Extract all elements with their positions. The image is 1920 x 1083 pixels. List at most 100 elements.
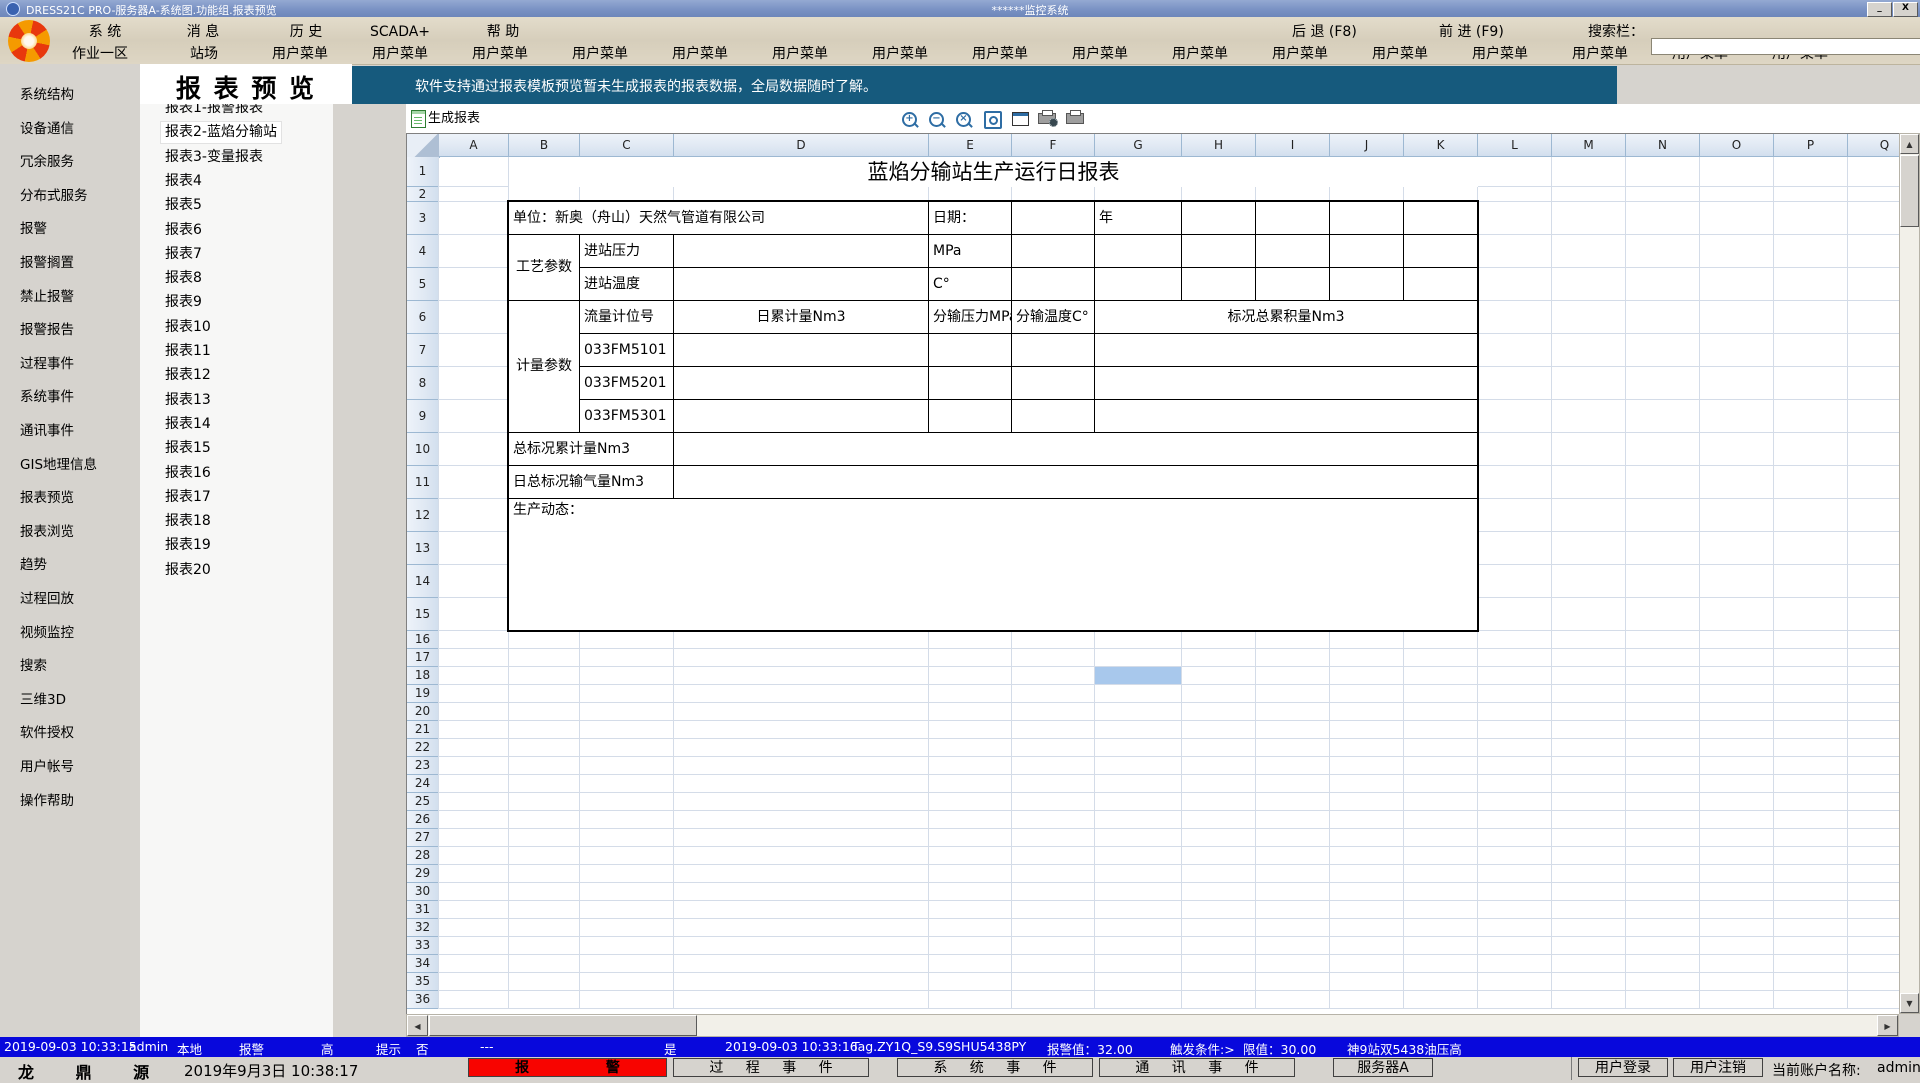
column-header-H[interactable]: H — [1182, 134, 1256, 157]
report-list-item-17[interactable]: 报表17 — [165, 487, 211, 508]
report-list-item-5[interactable]: 报表5 — [165, 195, 202, 216]
submenu-item-10[interactable]: 用户菜单 — [972, 45, 1028, 63]
row-header-18[interactable]: 18 — [407, 667, 439, 685]
menu-item-2[interactable]: 消 息 — [187, 23, 219, 41]
sidebar-item-20[interactable]: 软件授权 — [20, 723, 74, 743]
zoom-reset-icon[interactable]: × — [956, 112, 971, 127]
row-header-27[interactable]: 27 — [407, 829, 439, 847]
submenu-item-11[interactable]: 用户菜单 — [1072, 45, 1128, 63]
row-header-15[interactable]: 15 — [407, 598, 439, 631]
row-header-32[interactable]: 32 — [407, 919, 439, 937]
submenu-item-9[interactable]: 用户菜单 — [872, 45, 928, 63]
submenu-item-16[interactable]: 用户菜单 — [1572, 45, 1628, 63]
sidebar-item-18[interactable]: 搜索 — [20, 656, 47, 676]
row-header-9[interactable]: 9 — [407, 400, 439, 433]
report-list-item-10[interactable]: 报表10 — [165, 317, 211, 338]
submenu-item-4[interactable]: 用户菜单 — [372, 45, 428, 63]
row-header-26[interactable]: 26 — [407, 811, 439, 829]
row-header-10[interactable]: 10 — [407, 433, 439, 466]
row-header-3[interactable]: 3 — [407, 202, 439, 235]
scroll-right-icon[interactable]: ▶ — [1877, 1015, 1898, 1036]
row-header-19[interactable]: 19 — [407, 685, 439, 703]
sidebar-item-4[interactable]: 分布式服务 — [20, 186, 88, 206]
zoom-out-icon[interactable]: − — [929, 112, 944, 127]
sidebar-item-21[interactable]: 用户帐号 — [20, 757, 74, 777]
report-list-item-11[interactable]: 报表11 — [165, 341, 211, 362]
comm-events-button[interactable]: 通 讯 事 件 — [1099, 1058, 1295, 1077]
row-header-33[interactable]: 33 — [407, 937, 439, 955]
row-header-4[interactable]: 4 — [407, 235, 439, 268]
sidebar-item-17[interactable]: 视频监控 — [20, 623, 74, 643]
print-setup-icon[interactable] — [1038, 113, 1056, 124]
report-list-item-2[interactable]: 报表2-蓝焰分输站 — [161, 122, 281, 143]
horizontal-scroll-thumb[interactable] — [429, 1015, 697, 1036]
row-header-21[interactable]: 21 — [407, 721, 439, 739]
column-header-O[interactable]: O — [1700, 134, 1774, 157]
row-header-23[interactable]: 23 — [407, 757, 439, 775]
submenu-item-13[interactable]: 用户菜单 — [1272, 45, 1328, 63]
report-list-item-13[interactable]: 报表13 — [165, 390, 211, 411]
vertical-scrollbar[interactable]: ▲ ▼ — [1899, 133, 1920, 1014]
sidebar-item-1[interactable]: 系统结构 — [20, 85, 74, 105]
alarm-button[interactable]: 报 警 — [468, 1058, 667, 1077]
submenu-item-8[interactable]: 用户菜单 — [772, 45, 828, 63]
submenu-item-5[interactable]: 用户菜单 — [472, 45, 528, 63]
back-button[interactable]: 后 退 (F8) — [1292, 23, 1357, 41]
submenu-item-14[interactable]: 用户菜单 — [1372, 45, 1428, 63]
column-header-I[interactable]: I — [1256, 134, 1330, 157]
report-list-item-12[interactable]: 报表12 — [165, 365, 211, 386]
row-header-28[interactable]: 28 — [407, 847, 439, 865]
column-header-G[interactable]: G — [1095, 134, 1182, 157]
column-header-L[interactable]: L — [1478, 134, 1552, 157]
selected-cell-G18[interactable] — [1095, 667, 1181, 684]
submenu-item-1[interactable]: 作业一区 — [72, 45, 128, 63]
sidebar-item-10[interactable]: 系统事件 — [20, 387, 74, 407]
sidebar-item-8[interactable]: 报警报告 — [20, 320, 74, 340]
column-header-E[interactable]: E — [929, 134, 1012, 157]
scroll-left-icon[interactable]: ◀ — [407, 1015, 428, 1036]
row-header-2[interactable]: 2 — [407, 187, 439, 202]
report-list-item-3[interactable]: 报表3-变量报表 — [165, 147, 263, 168]
row-header-5[interactable]: 5 — [407, 268, 439, 301]
generate-report-button[interactable]: 生成报表 — [428, 110, 480, 127]
submenu-item-6[interactable]: 用户菜单 — [572, 45, 628, 63]
row-header-8[interactable]: 8 — [407, 367, 439, 400]
column-header-D[interactable]: D — [674, 134, 929, 157]
row-header-30[interactable]: 30 — [407, 883, 439, 901]
sidebar-item-2[interactable]: 设备通信 — [20, 119, 74, 139]
row-header-35[interactable]: 35 — [407, 973, 439, 991]
row-header-13[interactable]: 13 — [407, 532, 439, 565]
search-input[interactable] — [1651, 38, 1920, 55]
row-header-20[interactable]: 20 — [407, 703, 439, 721]
sidebar-item-5[interactable]: 报警 — [20, 219, 47, 239]
column-header-B[interactable]: B — [509, 134, 580, 157]
sidebar-item-9[interactable]: 过程事件 — [20, 354, 74, 374]
close-button[interactable]: X — [1893, 2, 1918, 17]
row-header-17[interactable]: 17 — [407, 649, 439, 667]
print-icon[interactable] — [1066, 113, 1084, 124]
report-list-item-18[interactable]: 报表18 — [165, 511, 211, 532]
submenu-item-2[interactable]: 站场 — [190, 45, 218, 63]
zoom-fit-icon[interactable] — [984, 111, 1002, 129]
column-header-C[interactable]: C — [580, 134, 674, 157]
row-header-34[interactable]: 34 — [407, 955, 439, 973]
report-list-item-8[interactable]: 报表8 — [165, 268, 202, 289]
column-header-M[interactable]: M — [1552, 134, 1626, 157]
sidebar-item-14[interactable]: 报表浏览 — [20, 522, 74, 542]
sidebar-item-11[interactable]: 通讯事件 — [20, 421, 74, 441]
sidebar-item-15[interactable]: 趋势 — [20, 555, 47, 575]
column-header-Q[interactable]: Q — [1848, 134, 1900, 157]
scroll-up-icon[interactable]: ▲ — [1900, 134, 1919, 154]
print-preview-icon[interactable] — [1012, 112, 1029, 126]
row-header-7[interactable]: 7 — [407, 334, 439, 367]
scroll-down-icon[interactable]: ▼ — [1900, 993, 1919, 1013]
sidebar-item-13[interactable]: 报表预览 — [20, 488, 74, 508]
menu-item-4[interactable]: SCADA+ — [370, 23, 430, 41]
row-header-25[interactable]: 25 — [407, 793, 439, 811]
horizontal-scrollbar[interactable]: ◀ ▶ — [406, 1014, 1899, 1037]
row-header-29[interactable]: 29 — [407, 865, 439, 883]
row-header-24[interactable]: 24 — [407, 775, 439, 793]
forward-button[interactable]: 前 进 (F9) — [1439, 23, 1504, 41]
menu-item-3[interactable]: 历 史 — [290, 23, 322, 41]
report-list-item-16[interactable]: 报表16 — [165, 463, 211, 484]
